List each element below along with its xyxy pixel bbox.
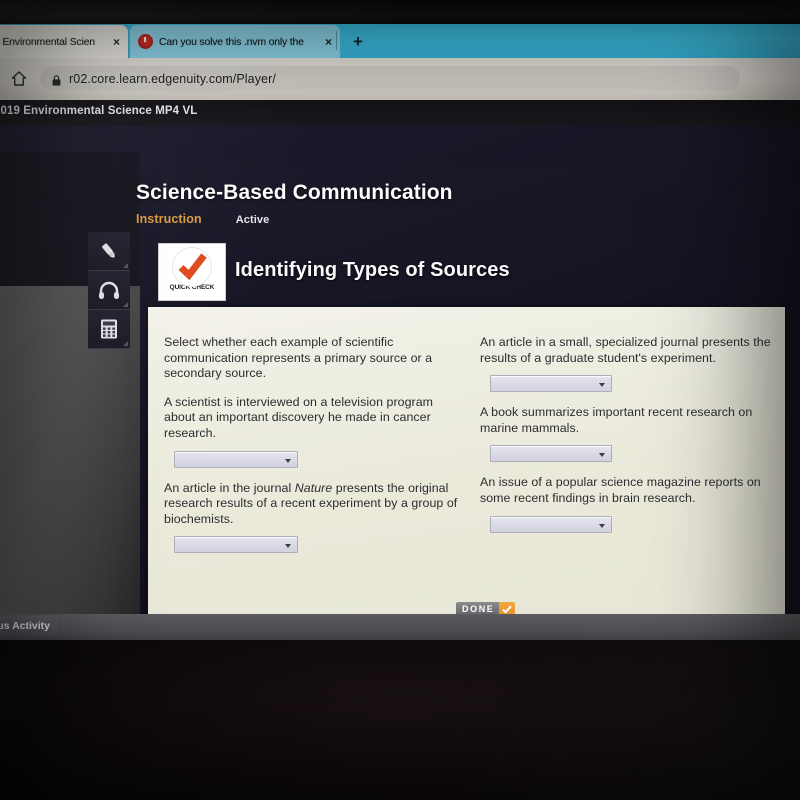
calculator-tool-button[interactable] (88, 310, 130, 349)
audio-tool-button[interactable] (88, 271, 130, 310)
browser-tab-environmental-science[interactable]: 9 Environmental Scien × (0, 25, 128, 58)
previous-activity-button[interactable]: ous Activity (0, 616, 58, 636)
course-header-bar: 2019 Environmental Science MP4 VL (0, 100, 800, 126)
lesson-title: Science-Based Communication (136, 181, 453, 204)
tab-active[interactable]: Active (236, 214, 270, 226)
new-tab-button[interactable]: + (347, 32, 369, 52)
url-text: r02.core.learn.edgenuity.com/Player/ (69, 71, 276, 86)
quick-check-badge: QUICK CHECK (158, 243, 226, 301)
tab-title: Can you solve this .nvm only the (159, 35, 304, 48)
activity-card: Select whether each example of scientifi… (148, 307, 785, 640)
answer-select-2[interactable] (174, 536, 298, 554)
tab-close-icon[interactable]: × (107, 35, 120, 49)
browser-tab-question[interactable]: Can you solve this .nvm only the × (130, 25, 340, 58)
tab-title: 9 Environmental Scien (0, 35, 95, 48)
tab-close-icon[interactable]: × (319, 35, 332, 49)
answer-select-4[interactable] (490, 445, 612, 463)
address-bar[interactable]: r02.core.learn.edgenuity.com/Player/ (40, 66, 740, 91)
lesson-tabs: Instruction Active (136, 212, 269, 226)
tab-favicon-icon (138, 34, 153, 49)
pencil-icon (102, 243, 115, 258)
orange-check-icon (174, 249, 210, 285)
question-prompt-4: A book summarizes important recent resea… (480, 405, 753, 435)
prompt-pre: An article in the journal (164, 480, 295, 495)
question-prompt-5: An issue of a popular science magazine r… (480, 475, 761, 505)
question-prompt-2: An article in the journal Nature present… (164, 481, 464, 528)
highlighter-tool-button[interactable] (88, 232, 130, 271)
question-prompt-3: An article in a small, specialized journ… (480, 335, 771, 365)
question-prompt-1: A scientist is interviewed on a televisi… (164, 394, 434, 440)
laptop-lid: hp (0, 640, 800, 800)
answer-select-3[interactable] (490, 375, 612, 393)
browser-url-bar: r02.core.learn.edgenuity.com/Player/ (0, 58, 800, 100)
activity-instructions: Select whether each example of scientifi… (164, 335, 433, 381)
player-background: Science-Based Communication Instruction … (0, 126, 800, 640)
activity-title: Identifying Types of Sources (235, 259, 510, 281)
activity-right-column: An article in a small, specialized journ… (480, 335, 780, 533)
activity-left-column: Select whether each example of scientifi… (164, 335, 464, 554)
answer-select-1[interactable] (174, 450, 298, 468)
tab-divider (336, 31, 337, 50)
journal-name: Nature (294, 480, 333, 495)
tool-sidebar (88, 232, 130, 349)
browser-tab-strip: 9 Environmental Scien × Can you solve th… (0, 24, 800, 58)
player-bottom-bar: ous Activity (0, 614, 800, 640)
screen-bezel-top (0, 0, 800, 24)
browser-chrome: 9 Environmental Scien × Can you solve th… (0, 24, 800, 100)
headphones-icon (99, 281, 119, 299)
edgenuity-player-page: 2019 Environmental Science MP4 VL Scienc… (0, 100, 800, 640)
course-title: 2019 Environmental Science MP4 VL (0, 105, 198, 117)
answer-select-5[interactable] (490, 515, 612, 533)
home-icon[interactable] (10, 70, 28, 87)
laptop-screen-photo: 9 Environmental Scien × Can you solve th… (0, 0, 800, 800)
previous-activity-label: ous Activity (0, 620, 50, 632)
tab-instruction[interactable]: Instruction (136, 212, 202, 226)
quick-check-circle (172, 247, 212, 287)
calculator-icon (101, 319, 117, 339)
lock-icon (52, 73, 61, 86)
